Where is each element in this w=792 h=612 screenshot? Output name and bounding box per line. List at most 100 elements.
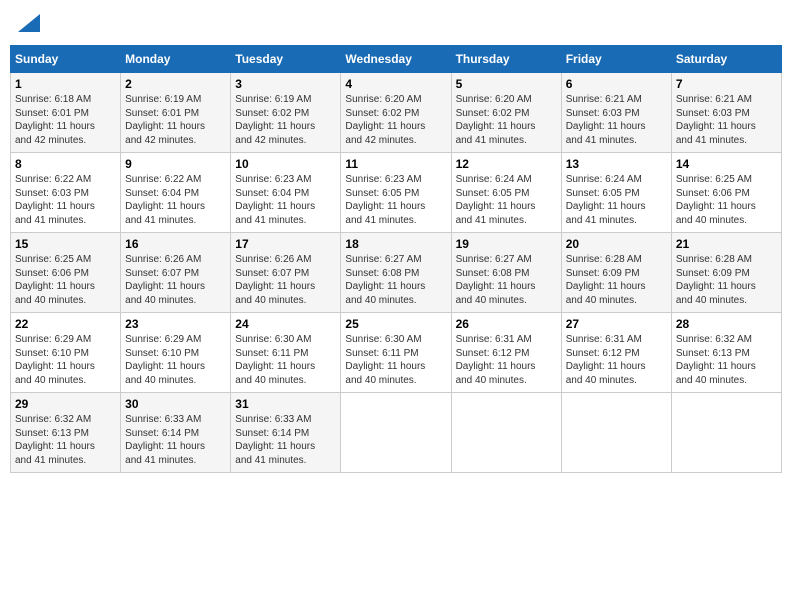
day-cell: 28 Sunrise: 6:32 AMSunset: 6:13 PMDayligh…	[671, 313, 781, 393]
day-cell: 31Sunrise: 6:33 AMSunset: 6:14 PMDayligh…	[231, 393, 341, 473]
week-row-2: 8 Sunrise: 6:22 AMSunset: 6:03 PMDaylight…	[11, 153, 782, 233]
day-number: 29	[15, 397, 116, 411]
day-cell: 6 Sunrise: 6:21 AMSunset: 6:03 PMDaylight…	[561, 73, 671, 153]
day-info: Sunrise: 6:26 AMSunset: 6:07 PMDaylight:…	[235, 253, 336, 307]
col-header-sunday: Sunday	[11, 46, 121, 73]
day-cell: 15 Sunrise: 6:25 AMSunset: 6:06 PMDayligh…	[11, 233, 121, 313]
day-info: Sunrise: 6:26 AMSunset: 6:07 PMDaylight:…	[125, 253, 226, 307]
day-info: Sunrise: 6:31 AMSunset: 6:12 PMDaylight:…	[566, 333, 667, 387]
week-row-1: 1 Sunrise: 6:18 AMSunset: 6:01 PMDaylight…	[11, 73, 782, 153]
day-number: 13	[566, 157, 667, 171]
day-info: Sunrise: 6:30 AMSunset: 6:11 PMDaylight:…	[235, 333, 336, 387]
day-cell: 7 Sunrise: 6:21 AMSunset: 6:03 PMDaylight…	[671, 73, 781, 153]
day-number: 24	[235, 317, 336, 331]
day-number: 12	[456, 157, 557, 171]
day-number: 28	[676, 317, 777, 331]
day-cell	[671, 393, 781, 473]
day-number: 26	[456, 317, 557, 331]
day-number: 17	[235, 237, 336, 251]
day-info: Sunrise: 6:19 AMSunset: 6:01 PMDaylight:…	[125, 93, 226, 147]
day-info: Sunrise: 6:21 AMSunset: 6:03 PMDaylight:…	[566, 93, 667, 147]
day-info: Sunrise: 6:22 AMSunset: 6:03 PMDaylight:…	[15, 173, 116, 227]
day-cell: 16 Sunrise: 6:26 AMSunset: 6:07 PMDayligh…	[121, 233, 231, 313]
day-number: 14	[676, 157, 777, 171]
day-info: Sunrise: 6:24 AMSunset: 6:05 PMDaylight:…	[566, 173, 667, 227]
calendar-header-row: SundayMondayTuesdayWednesdayThursdayFrid…	[11, 46, 782, 73]
day-cell: 26 Sunrise: 6:31 AMSunset: 6:12 PMDayligh…	[451, 313, 561, 393]
day-cell: 3Sunrise: 6:19 AMSunset: 6:02 PMDaylight…	[231, 73, 341, 153]
day-number: 18	[345, 237, 446, 251]
day-info: Sunrise: 6:31 AMSunset: 6:12 PMDaylight:…	[456, 333, 557, 387]
day-number: 16	[125, 237, 226, 251]
day-number: 23	[125, 317, 226, 331]
logo-triangle-icon	[18, 14, 40, 32]
day-cell: 1 Sunrise: 6:18 AMSunset: 6:01 PMDaylight…	[11, 73, 121, 153]
day-cell: 27 Sunrise: 6:31 AMSunset: 6:12 PMDayligh…	[561, 313, 671, 393]
day-cell: 18 Sunrise: 6:27 AMSunset: 6:08 PMDayligh…	[341, 233, 451, 313]
day-number: 21	[676, 237, 777, 251]
col-header-thursday: Thursday	[451, 46, 561, 73]
day-cell: 24 Sunrise: 6:30 AMSunset: 6:11 PMDayligh…	[231, 313, 341, 393]
day-info: Sunrise: 6:33 AMSunset: 6:14 PMDaylight:…	[125, 413, 226, 467]
day-number: 6	[566, 77, 667, 91]
col-header-monday: Monday	[121, 46, 231, 73]
day-info: Sunrise: 6:32 AMSunset: 6:13 PMDaylight:…	[15, 413, 116, 467]
day-number: 2	[125, 77, 226, 91]
day-cell: 4 Sunrise: 6:20 AMSunset: 6:02 PMDaylight…	[341, 73, 451, 153]
day-info: Sunrise: 6:33 AMSunset: 6:14 PMDaylight:…	[235, 413, 336, 467]
day-number: 30	[125, 397, 226, 411]
day-info: Sunrise: 6:23 AMSunset: 6:05 PMDaylight:…	[345, 173, 446, 227]
day-info: Sunrise: 6:27 AMSunset: 6:08 PMDaylight:…	[345, 253, 446, 307]
day-cell: 9 Sunrise: 6:22 AMSunset: 6:04 PMDaylight…	[121, 153, 231, 233]
day-info: Sunrise: 6:20 AMSunset: 6:02 PMDaylight:…	[345, 93, 446, 147]
day-cell: 12 Sunrise: 6:24 AMSunset: 6:05 PMDayligh…	[451, 153, 561, 233]
day-info: Sunrise: 6:29 AMSunset: 6:10 PMDaylight:…	[125, 333, 226, 387]
day-cell: 21 Sunrise: 6:28 AMSunset: 6:09 PMDayligh…	[671, 233, 781, 313]
day-number: 20	[566, 237, 667, 251]
day-number: 5	[456, 77, 557, 91]
day-number: 22	[15, 317, 116, 331]
week-row-3: 15 Sunrise: 6:25 AMSunset: 6:06 PMDayligh…	[11, 233, 782, 313]
day-cell: 23 Sunrise: 6:29 AMSunset: 6:10 PMDayligh…	[121, 313, 231, 393]
day-cell	[561, 393, 671, 473]
logo	[16, 14, 40, 33]
day-info: Sunrise: 6:32 AMSunset: 6:13 PMDaylight:…	[676, 333, 777, 387]
day-info: Sunrise: 6:22 AMSunset: 6:04 PMDaylight:…	[125, 173, 226, 227]
day-number: 4	[345, 77, 446, 91]
day-info: Sunrise: 6:28 AMSunset: 6:09 PMDaylight:…	[676, 253, 777, 307]
page-header	[10, 10, 782, 37]
day-cell: 30 Sunrise: 6:33 AMSunset: 6:14 PMDayligh…	[121, 393, 231, 473]
day-info: Sunrise: 6:20 AMSunset: 6:02 PMDaylight:…	[456, 93, 557, 147]
col-header-tuesday: Tuesday	[231, 46, 341, 73]
day-cell: 11 Sunrise: 6:23 AMSunset: 6:05 PMDayligh…	[341, 153, 451, 233]
day-cell: 8 Sunrise: 6:22 AMSunset: 6:03 PMDaylight…	[11, 153, 121, 233]
day-info: Sunrise: 6:25 AMSunset: 6:06 PMDaylight:…	[15, 253, 116, 307]
day-info: Sunrise: 6:29 AMSunset: 6:10 PMDaylight:…	[15, 333, 116, 387]
day-number: 27	[566, 317, 667, 331]
col-header-saturday: Saturday	[671, 46, 781, 73]
day-info: Sunrise: 6:24 AMSunset: 6:05 PMDaylight:…	[456, 173, 557, 227]
day-number: 7	[676, 77, 777, 91]
day-number: 1	[15, 77, 116, 91]
day-cell: 19Sunrise: 6:27 AMSunset: 6:08 PMDayligh…	[451, 233, 561, 313]
day-number: 15	[15, 237, 116, 251]
day-number: 8	[15, 157, 116, 171]
day-cell: 22 Sunrise: 6:29 AMSunset: 6:10 PMDayligh…	[11, 313, 121, 393]
day-number: 9	[125, 157, 226, 171]
week-row-4: 22 Sunrise: 6:29 AMSunset: 6:10 PMDayligh…	[11, 313, 782, 393]
day-cell	[451, 393, 561, 473]
day-cell: 14 Sunrise: 6:25 AMSunset: 6:06 PMDayligh…	[671, 153, 781, 233]
day-number: 10	[235, 157, 336, 171]
calendar-table: SundayMondayTuesdayWednesdayThursdayFrid…	[10, 45, 782, 473]
day-cell: 20 Sunrise: 6:28 AMSunset: 6:09 PMDayligh…	[561, 233, 671, 313]
day-cell: 25Sunrise: 6:30 AMSunset: 6:11 PMDayligh…	[341, 313, 451, 393]
day-info: Sunrise: 6:18 AMSunset: 6:01 PMDaylight:…	[15, 93, 116, 147]
day-number: 3	[235, 77, 336, 91]
day-number: 19	[456, 237, 557, 251]
day-cell: 29 Sunrise: 6:32 AMSunset: 6:13 PMDayligh…	[11, 393, 121, 473]
day-info: Sunrise: 6:21 AMSunset: 6:03 PMDaylight:…	[676, 93, 777, 147]
day-info: Sunrise: 6:28 AMSunset: 6:09 PMDaylight:…	[566, 253, 667, 307]
day-number: 11	[345, 157, 446, 171]
day-cell	[341, 393, 451, 473]
day-info: Sunrise: 6:25 AMSunset: 6:06 PMDaylight:…	[676, 173, 777, 227]
